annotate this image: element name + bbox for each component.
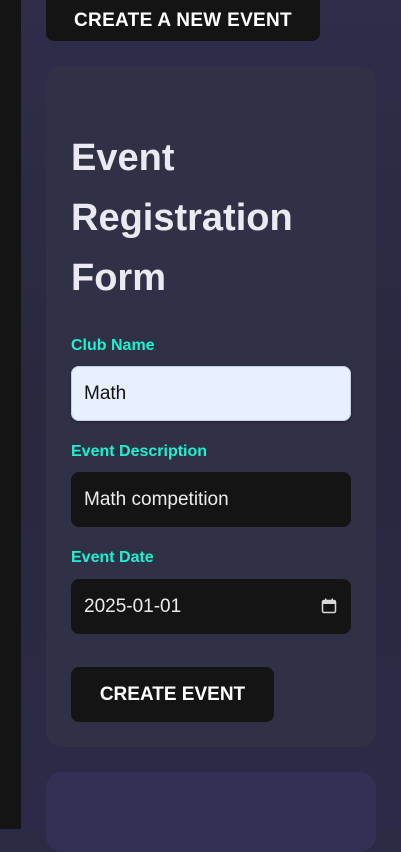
event-description-value: Math competition: [84, 488, 229, 510]
next-card: [46, 772, 376, 852]
calendar-icon[interactable]: [321, 598, 337, 614]
event-date-value: 2025-01-01: [84, 595, 182, 617]
event-date-label: Event Date: [71, 549, 154, 566]
form-title-line-3: Form: [71, 257, 166, 299]
form-title: Event Registration Form: [71, 128, 361, 308]
form-title-line-2: Registration: [71, 197, 293, 239]
create-new-event-button[interactable]: CREATE A NEW EVENT: [46, 0, 320, 41]
event-date-input[interactable]: 2025-01-01: [71, 579, 351, 634]
event-description-label: Event Description: [71, 443, 208, 460]
club-name-label: Club Name: [71, 337, 155, 354]
create-event-button[interactable]: CREATE EVENT: [71, 667, 274, 722]
club-name-input[interactable]: Math: [71, 366, 351, 421]
form-title-line-1: Event: [71, 137, 175, 179]
event-description-input[interactable]: Math competition: [71, 472, 351, 527]
club-name-value: Math: [84, 382, 127, 404]
left-edge-panel: [0, 0, 21, 829]
